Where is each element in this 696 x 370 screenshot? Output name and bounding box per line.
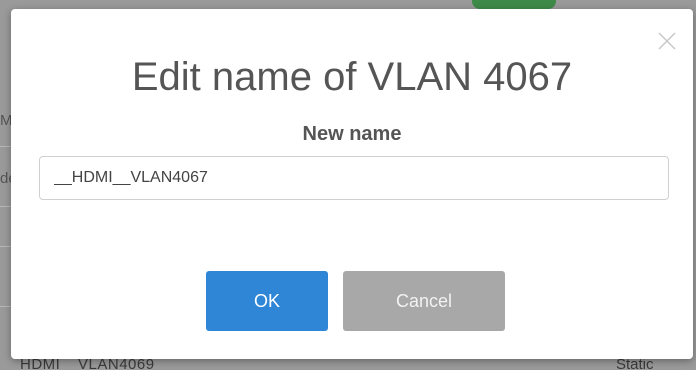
new-name-label: New name — [302, 123, 402, 145]
ok-button[interactable]: OK — [206, 271, 328, 331]
cancel-button[interactable]: Cancel — [343, 271, 505, 331]
background-green-button — [472, 0, 556, 9]
edit-vlan-name-dialog: Edit name of VLAN 4067 New name OK Cance… — [11, 9, 693, 359]
new-name-input[interactable] — [39, 156, 669, 200]
close-icon[interactable] — [655, 29, 679, 53]
dialog-title: Edit name of VLAN 4067 — [131, 55, 573, 99]
